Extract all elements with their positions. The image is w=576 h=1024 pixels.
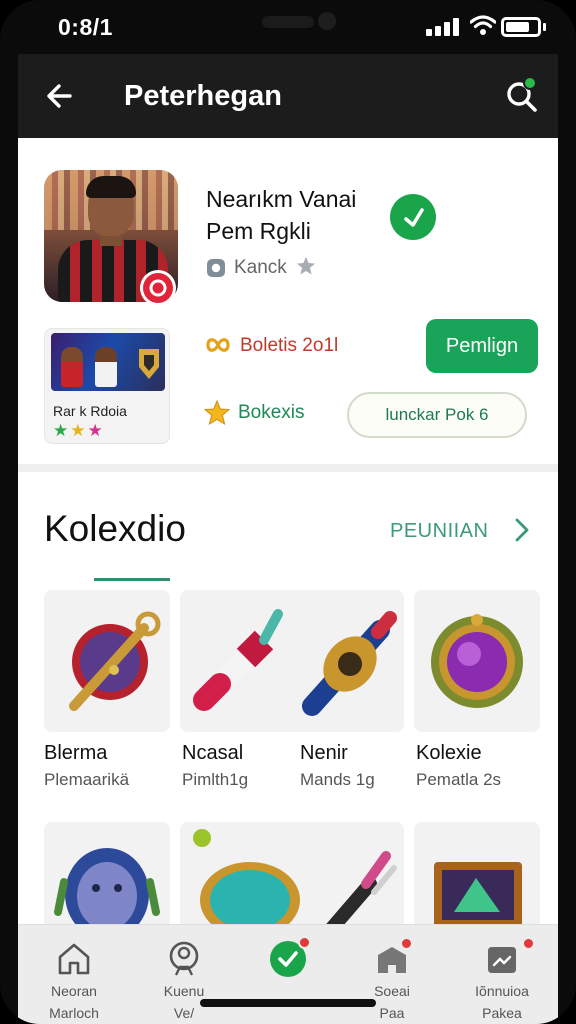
item-sub-4: Pematla 2s [416,770,502,789]
profile-badge-icon [140,270,176,306]
page-title: Peterhegan [124,80,282,112]
banner-player-2 [95,347,117,387]
tab-indicator [94,578,170,581]
verified-badge[interactable] [390,194,436,240]
team-card[interactable]: Rar k Rdoia ★★★ [44,328,170,444]
status-bar: 0:8/1 [0,0,576,54]
chat-icon [488,947,516,973]
nav-sublabel-profile: Ve/ [173,1005,195,1021]
collection-title: Kolexdio [44,508,186,549]
speaker-notch [262,16,314,28]
status-time: 0:8/1 [58,14,113,40]
infinity-icon [206,338,230,352]
nav-sublabel-home: Marloch [49,1005,99,1021]
rank-icon [207,259,225,277]
profile-name: Nearıkm Vanai [206,186,357,212]
back-arrow-icon[interactable] [40,76,80,116]
nav-label-shop: Soeai [374,983,410,999]
nav-item-more[interactable]: Iõnnuioa Pakea [446,925,558,1024]
nav-badge-center [298,936,311,949]
wifi-icon [470,15,496,35]
item-tile-mask[interactable] [44,822,170,928]
signal-icon [426,18,459,36]
nav-item-profile[interactable]: Kuenu Ve/ [130,925,238,1024]
nav-label-profile: Kuenu [163,983,205,999]
stat-label-2: Bokexis [238,402,305,423]
scepter-icon [69,611,161,711]
nav-sublabel-more: Pakea [482,1005,522,1021]
item-name-4: Kolexie [416,742,482,764]
check-icon [404,208,424,227]
banner-player-1 [61,347,83,387]
see-all-link[interactable]: PEUNIIAN [390,520,488,543]
nav-label-more: Iõnnuioa [475,983,529,999]
item-tile-scepter[interactable] [44,590,170,732]
gold-star-icon [204,400,230,426]
nav-label-home: Neoran [51,983,97,999]
profile-subname: Pem Rgkli [206,218,311,244]
chevron-right-icon[interactable] [512,516,532,544]
team-banner [51,333,165,391]
nav-badge-shop [400,937,413,950]
camera [318,12,336,30]
stat-label-1: Boletis 2o1l [240,335,339,356]
card-label: Rar k Rdoia [53,403,127,419]
nav-item-home[interactable]: Neoran Marloch [18,925,130,1024]
item-sub-3: Mands 1g [300,770,375,789]
primary-action-button[interactable]: Pemlign [426,319,538,373]
mask-icon [54,848,160,928]
app-bar: Peterhegan [18,54,558,138]
gems-icon [193,829,397,928]
team-logo-icon [139,349,159,379]
item-tile-chest[interactable] [414,822,540,928]
orb-icon [431,614,523,708]
item-name-3: Nenir [300,742,348,764]
battery-icon [501,17,541,37]
secondary-action-button[interactable]: lunckar Pok 6 [347,392,527,438]
section-divider [18,464,558,472]
main-content: Nearıkm Vanai Pem Rgkli Kanck Rar k Rdoi… [18,138,558,928]
home-indicator[interactable] [200,999,376,1007]
bottom-nav: Neoran Marloch Kuenu Ve/ Soeai Paa Iõnnu… [18,924,558,1024]
card-stars: ★★★ [53,421,105,440]
nav-item-center[interactable] [238,925,338,1024]
item-tile-gems[interactable] [180,822,404,928]
rank-label: Kanck [234,257,287,278]
nav-badge-more [522,937,535,950]
item-tile-weapons[interactable] [180,590,404,732]
item-tile-orb[interactable] [414,590,540,732]
notification-dot [523,76,537,90]
player-hair [86,176,136,198]
item-name-2: Ncasal [182,742,244,764]
nav-sublabel-shop: Paa [379,1005,405,1021]
home-icon [58,943,90,975]
profile-icon [169,941,199,976]
item-sub-2: Pimlth1g [182,770,249,789]
item-name-1: Blerma [44,742,108,764]
item-sub-1: Plemaarikä [44,770,130,789]
battery-tip [543,23,546,31]
weapons-icon [193,609,397,716]
nav-item-shop[interactable]: Soeai Paa [338,925,446,1024]
phone-screen: 0:8/1 Peterhegan Nearıkm Vanai Pem Rgkli… [0,0,576,1024]
star-icon [297,257,315,275]
chest-icon [434,862,522,928]
